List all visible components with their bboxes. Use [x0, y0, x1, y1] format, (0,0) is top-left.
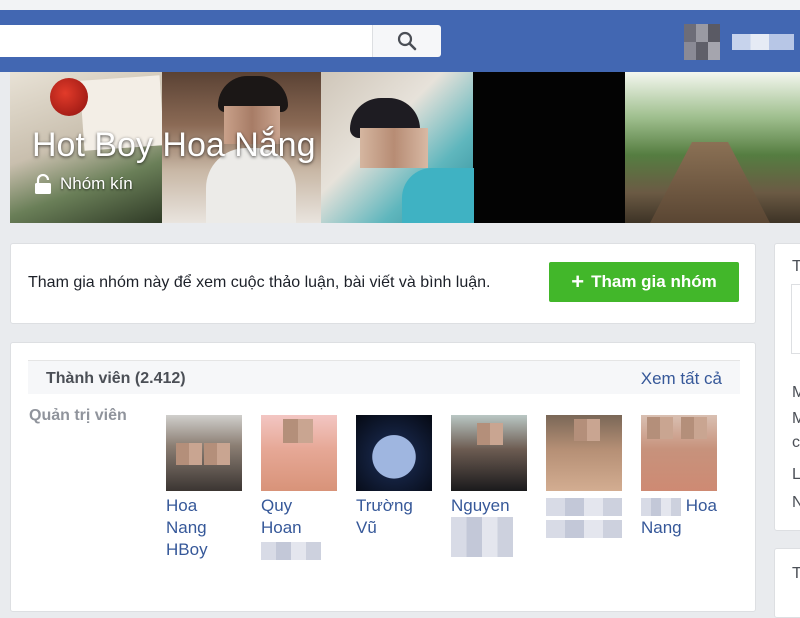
members-header: Thành viên (2.412) Xem tất cả — [28, 360, 740, 394]
blurred-face — [283, 419, 313, 443]
member-name-line: Hoa Nang — [166, 496, 207, 537]
admins-label: Quản trị viên — [29, 407, 127, 424]
member-name-line: Quy Hoan — [261, 496, 302, 537]
top-navigation-bar — [0, 10, 800, 72]
member-name-line: Nguyen — [451, 496, 510, 515]
member-name-link[interactable]: Trường Vũ — [356, 495, 432, 539]
member-name-link[interactable]: Hoa Nang — [641, 495, 717, 539]
admin-member[interactable]: Hoa Nang — [641, 415, 717, 539]
cover-collage-photo — [473, 72, 625, 223]
search-button[interactable] — [372, 25, 441, 57]
member-photo[interactable] — [546, 415, 622, 491]
blurred-face — [681, 417, 707, 439]
right-card-text: c — [792, 434, 800, 451]
right-card-text: T — [792, 258, 800, 275]
group-cover-photo[interactable]: Hot Boy Hoa Nắng Nhóm kín — [10, 72, 800, 223]
right-card-text: L — [792, 466, 800, 483]
member-name-link[interactable]: Quy Hoan — [261, 495, 337, 561]
group-title[interactable]: Hot Boy Hoa Nắng — [32, 126, 316, 165]
member-photo[interactable] — [261, 415, 337, 491]
member-name-line: HBoy — [166, 540, 208, 559]
member-name-link[interactable] — [546, 495, 622, 539]
admin-member[interactable] — [546, 415, 622, 539]
admin-member[interactable]: Hoa Nang HBoy — [166, 415, 242, 561]
member-photo[interactable] — [356, 415, 432, 491]
blurred-face — [574, 419, 600, 441]
see-all-members-link[interactable]: Xem tất cả — [641, 369, 722, 389]
members-card: Thành viên (2.412) Xem tất cả Quản trị v… — [10, 342, 756, 612]
member-photo[interactable] — [451, 415, 527, 491]
right-card-text: M — [792, 410, 800, 427]
admin-member[interactable]: Nguyen — [451, 415, 527, 557]
blurred-text — [546, 497, 622, 516]
join-group-button-label: Tham gia nhóm — [591, 272, 717, 291]
member-photo[interactable] — [641, 415, 717, 491]
blurred-text — [546, 519, 622, 538]
profile-avatar[interactable] — [684, 24, 720, 60]
group-privacy: Nhóm kín — [34, 174, 133, 194]
right-card-text: N — [792, 494, 800, 511]
right-card-tile[interactable] — [791, 284, 800, 354]
plus-icon: + — [571, 269, 585, 294]
blurred-text — [451, 517, 513, 557]
person-shirt — [402, 168, 474, 223]
dirt-path — [650, 142, 770, 223]
right-column-card: T — [774, 548, 800, 618]
blurred-face — [647, 417, 673, 439]
admin-member[interactable]: Quy Hoan — [261, 415, 337, 561]
member-photo[interactable] — [166, 415, 242, 491]
blurred-text — [261, 541, 321, 560]
right-column-card: T M M c L N — [774, 243, 800, 531]
member-name-link[interactable]: Hoa Nang HBoy — [166, 495, 242, 561]
admin-member[interactable]: Trường Vũ — [356, 415, 432, 539]
blurred-face — [204, 443, 230, 465]
profile-name-blurred[interactable] — [732, 34, 794, 50]
member-name-line: Vũ — [356, 518, 377, 537]
lock-icon — [35, 174, 51, 194]
member-name-link[interactable]: Nguyen — [451, 495, 527, 557]
privacy-label: Nhóm kín — [60, 174, 133, 193]
right-card-text: T — [792, 565, 800, 582]
rose — [50, 78, 88, 116]
members-title: Thành viên (2.412) — [46, 370, 186, 387]
member-name-line: Hoa — [685, 496, 717, 515]
member-name-line: Trường — [356, 496, 413, 515]
blurred-face — [176, 443, 202, 465]
join-group-button[interactable]: + Tham gia nhóm — [549, 262, 739, 302]
cover-collage-photo — [625, 72, 800, 223]
search-input[interactable] — [0, 25, 388, 57]
join-prompt-text: Tham gia nhóm này để xem cuộc thảo luận,… — [28, 274, 491, 291]
right-card-text: M — [792, 384, 800, 401]
blurred-text — [641, 497, 681, 516]
blurred-face — [360, 128, 428, 168]
join-group-card: Tham gia nhóm này để xem cuộc thảo luận,… — [10, 243, 756, 324]
search-icon — [397, 31, 417, 51]
member-name-line: Nang — [641, 518, 682, 537]
blurred-face — [477, 423, 503, 445]
